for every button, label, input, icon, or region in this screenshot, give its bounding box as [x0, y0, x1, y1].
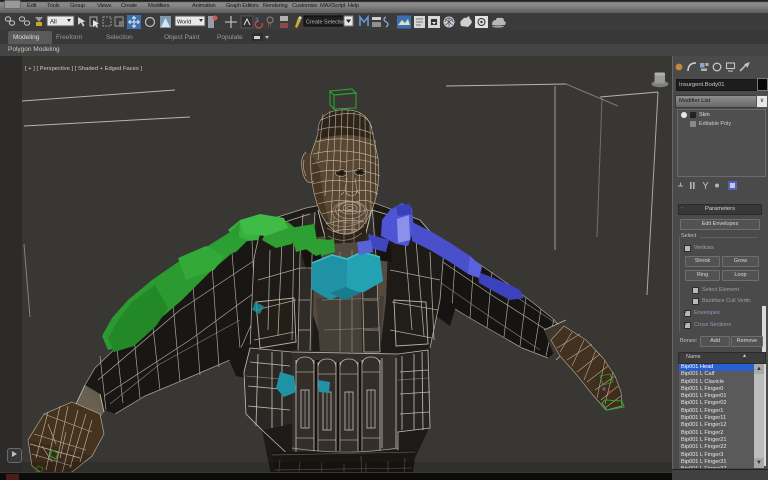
- svg-text:World: World: [177, 20, 191, 26]
- svg-text:All: All: [50, 20, 57, 26]
- svg-text:n: n: [268, 23, 271, 29]
- svg-text:[ + ] [ Perspective ] [ Shaded: [ + ] [ Perspective ] [ Shaded + Edged F…: [25, 66, 142, 72]
- svg-text:Create Selectio: Create Selectio: [306, 20, 344, 26]
